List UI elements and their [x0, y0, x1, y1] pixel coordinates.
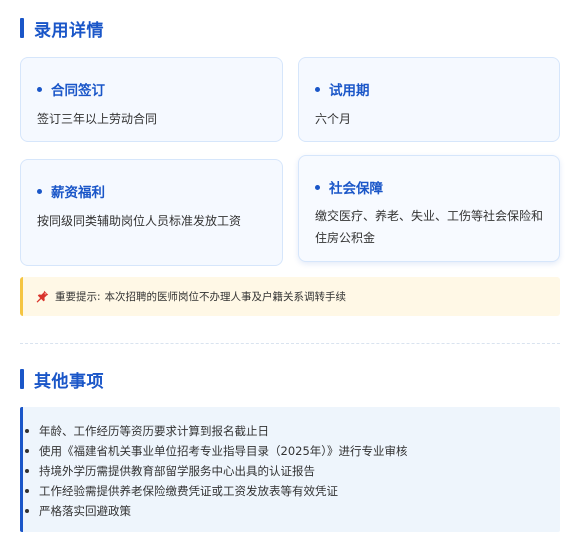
pushpin-icon [36, 290, 49, 303]
bullet-dot-icon [25, 429, 29, 433]
card-title: 薪资福利 [51, 185, 105, 201]
bullet-dot-icon [25, 449, 29, 453]
other-title-text: 其他事项 [34, 371, 104, 392]
list-item-text: 使用《福建省机关事业单位招考专业指导目录（2025年）》进行专业审核 [39, 444, 408, 458]
bullet-dot-icon [25, 489, 29, 493]
card-header: 合同签订 [37, 79, 105, 99]
list-item: 严格落实回避政策 [23, 501, 560, 521]
list-item: 工作经验需提供养老保险缴费凭证或工资发放表等有效凭证 [23, 481, 560, 501]
card-salary: 薪资福利 按同级同类辅助岗位人员标准发放工资 [20, 159, 283, 266]
other-items-list: 年龄、工作经历等资历要求计算到报名截止日 使用《福建省机关事业单位招考专业指导目… [23, 421, 560, 521]
bullet-dot-icon [37, 188, 42, 194]
card-header: 薪资福利 [37, 181, 105, 201]
employment-title-text: 录用详情 [34, 20, 104, 41]
list-item: 年龄、工作经历等资历要求计算到报名截止日 [23, 421, 560, 441]
list-item-text: 年龄、工作经历等资历要求计算到报名截止日 [39, 424, 269, 438]
list-item-text: 工作经验需提供养老保险缴费凭证或工资发放表等有效凭证 [39, 484, 338, 498]
card-header: 试用期 [315, 79, 370, 99]
list-item: 使用《福建省机关事业单位招考专业指导目录（2025年）》进行专业审核 [23, 441, 560, 461]
bullet-dot-icon [315, 184, 320, 190]
card-probation: 试用期 六个月 [298, 57, 560, 142]
section-divider [20, 343, 560, 344]
card-title: 试用期 [329, 83, 370, 99]
card-body: 按同级同类辅助岗位人员标准发放工资 [37, 214, 242, 228]
bullet-dot-icon [25, 469, 29, 473]
list-item-text: 持境外学历需提供教育部留学服务中心出具的认证报告 [39, 464, 315, 478]
card-header: 社会保障 [315, 177, 383, 197]
card-contract: 合同签订 签订三年以上劳动合同 [20, 57, 283, 142]
card-body: 六个月 [315, 112, 352, 126]
list-item-text: 严格落实回避政策 [39, 504, 131, 518]
important-notice: 重要提示: 本次招聘的医师岗位不办理人事及户籍关系调转手续 [20, 277, 560, 316]
bullet-dot-icon [315, 86, 320, 92]
card-body: 签订三年以上劳动合同 [37, 112, 158, 126]
title-accent-bar [20, 18, 24, 38]
title-accent-bar [20, 369, 24, 389]
card-title: 合同签订 [51, 83, 105, 99]
other-section-title: 其他事项 [20, 368, 104, 392]
list-item: 持境外学历需提供教育部留学服务中心出具的认证报告 [23, 461, 560, 481]
bullet-dot-icon [37, 86, 42, 92]
bullet-dot-icon [25, 509, 29, 513]
employment-section-title: 录用详情 [20, 17, 104, 41]
other-items-box: 年龄、工作经历等资历要求计算到报名截止日 使用《福建省机关事业单位招考专业指导目… [20, 407, 560, 532]
notice-label: 重要提示: [55, 291, 101, 303]
card-title: 社会保障 [329, 181, 383, 197]
notice-text: 本次招聘的医师岗位不办理人事及户籍关系调转手续 [104, 291, 347, 303]
card-body: 缴交医疗、养老、失业、工伤等社会保险和住房公积金 [315, 209, 544, 245]
card-social-security: 社会保障 缴交医疗、养老、失业、工伤等社会保险和住房公积金 [298, 155, 560, 262]
